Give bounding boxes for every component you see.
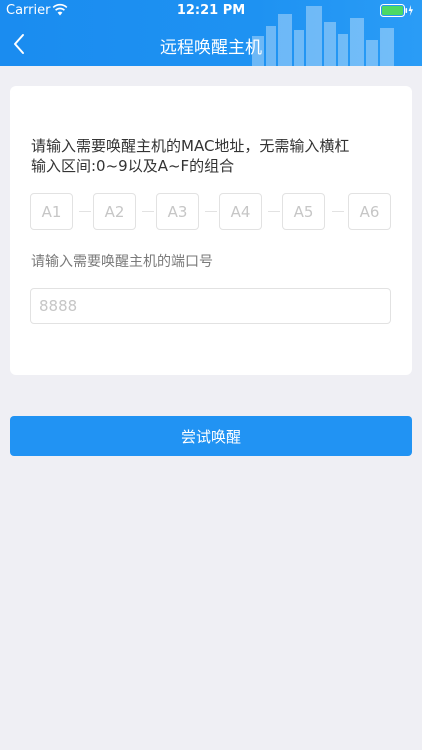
mac-field-4[interactable] — [219, 193, 262, 230]
mac-instruction-line-1: 请输入需要唤醒主机的MAC地址，无需输入横杠 — [31, 137, 350, 155]
separator — [205, 211, 217, 212]
mac-field-5[interactable] — [282, 193, 325, 230]
wake-form-card: 请输入需要唤醒主机的MAC地址，无需输入横杠 输入区间:0~9以及A~F的组合 … — [10, 86, 412, 375]
battery-charging-icon — [380, 4, 413, 17]
mac-field-2[interactable] — [93, 193, 136, 230]
separator — [142, 211, 154, 212]
mac-field-3[interactable] — [156, 193, 199, 230]
status-bar: Carrier 12:21 PM — [0, 0, 422, 22]
status-time: 12:21 PM — [176, 3, 246, 18]
port-input[interactable] — [30, 288, 391, 324]
mac-address-fields — [30, 193, 391, 230]
nav-bar: 远程唤醒主机 — [0, 22, 422, 66]
mac-instruction-line-2: 输入区间:0~9以及A~F的组合 — [31, 157, 235, 175]
header: Carrier 12:21 PM 远程唤醒主机 — [0, 0, 422, 66]
mac-instruction: 请输入需要唤醒主机的MAC地址，无需输入横杠 输入区间:0~9以及A~F的组合 — [31, 136, 391, 176]
mac-field-1[interactable] — [30, 193, 73, 230]
separator — [79, 211, 91, 212]
separator — [332, 211, 344, 212]
port-label: 请输入需要唤醒主机的端口号 — [31, 254, 213, 270]
page-title: 远程唤醒主机 — [160, 38, 262, 58]
mac-field-6[interactable] — [348, 193, 391, 230]
try-wake-button[interactable]: 尝试唤醒 — [10, 416, 412, 456]
separator — [268, 211, 280, 212]
